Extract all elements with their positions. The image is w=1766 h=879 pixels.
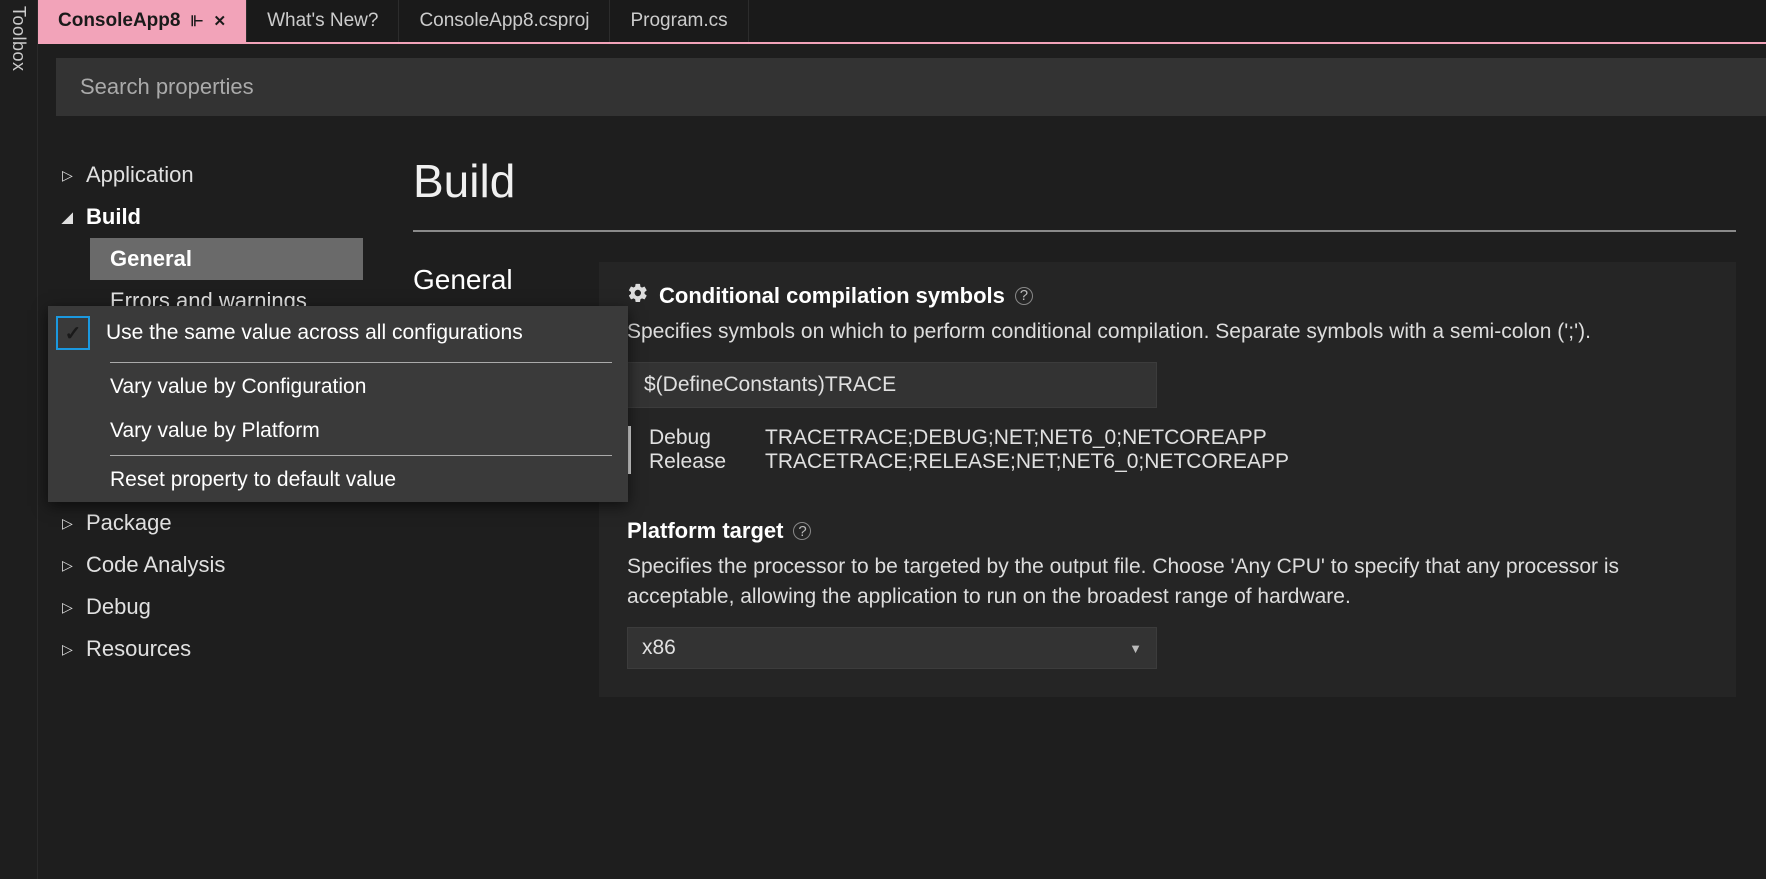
nav-list-lower: ▷ Package ▷ Code Analysis ▷ Debug ▷ Reso… [48,502,363,670]
nav-general[interactable]: General [90,238,363,280]
pin-icon[interactable]: ⊩ [190,12,203,30]
context-separator [110,362,612,363]
context-separator [110,455,612,456]
context-reset[interactable]: Reset property to default value [48,458,628,502]
context-label: Vary value by Configuration [110,375,366,399]
config-row-release: Release TRACETRACE;RELEASE;NET;NET6_0;NE… [649,450,1708,474]
help-icon[interactable]: ? [1015,287,1033,305]
check-icon [56,316,90,350]
tab-label: What's New? [267,10,378,32]
chevron-right-icon: ▷ [62,557,76,574]
toolbox-rail[interactable]: Toolbox [0,0,38,879]
nav-debug[interactable]: ▷ Debug [48,586,363,628]
close-icon[interactable]: ✕ [214,12,227,30]
tab-whats-new[interactable]: What's New? [247,0,399,42]
config-value: TRACETRACE;RELEASE;NET;NET6_0;NETCOREAPP [765,450,1289,474]
context-menu: Use the same value across all configurat… [48,306,628,502]
chevron-right-icon: ▷ [62,167,76,184]
nav-code-analysis[interactable]: ▷ Code Analysis [48,544,363,586]
context-label: Vary value by Platform [110,419,320,443]
symbols-input[interactable] [627,362,1157,408]
nav-label: Application [86,162,194,188]
config-name: Release [649,450,735,474]
tab-program-cs[interactable]: Program.cs [610,0,748,42]
tab-label: ConsoleApp8.csproj [419,10,589,32]
section-body: Conditional compilation symbols ? Specif… [599,262,1736,697]
prop-block-platform: Platform target ? Specifies the processo… [627,518,1708,669]
nav-label: General [110,246,192,271]
context-vary-platform[interactable]: Vary value by Platform [48,409,628,453]
context-vary-config[interactable]: Vary value by Configuration [48,365,628,409]
prop-title-symbols: Conditional compilation symbols [659,283,1005,309]
context-label: Reset property to default value [110,468,396,492]
toolbox-label: Toolbox [8,6,29,72]
prop-desc-symbols: Specifies symbols on which to perform co… [627,317,1708,346]
nav-resources[interactable]: ▷ Resources [48,628,363,670]
search-bar[interactable] [56,58,1766,116]
tab-label: ConsoleApp8 [58,10,180,32]
tab-label: Program.cs [630,10,727,32]
help-icon[interactable]: ? [793,522,811,540]
chevron-right-icon: ▷ [62,515,76,532]
nav-label: Build [86,204,141,230]
tab-csproj[interactable]: ConsoleApp8.csproj [399,0,610,42]
search-input[interactable] [80,74,1742,100]
nav-label: Debug [86,594,151,620]
nav-package[interactable]: ▷ Package [48,502,363,544]
platform-select[interactable]: x86 ▼ [627,627,1157,669]
page-title: Build [413,154,1736,208]
main-column: ConsoleApp8 ⊩ ✕ What's New? ConsoleApp8.… [38,0,1766,879]
nav-build[interactable]: ◢ Build [48,196,363,238]
prop-header-symbols: Conditional compilation symbols ? [627,282,1708,309]
prop-title-platform: Platform target [627,518,783,544]
prop-desc-platform: Specifies the processor to be targeted b… [627,552,1708,611]
chevron-down-icon: ◢ [62,209,76,226]
tab-consoleapp8[interactable]: ConsoleApp8 ⊩ ✕ [38,0,247,42]
chevron-right-icon: ▷ [62,641,76,658]
gear-icon[interactable] [627,282,649,309]
nav-list: ▷ Application ◢ Build General Errors and… [48,154,363,322]
select-value: x86 [642,636,676,660]
context-same-value[interactable]: Use the same value across all configurat… [48,306,628,360]
config-row-debug: Debug TRACETRACE;DEBUG;NET;NET6_0;NETCOR… [649,426,1708,450]
nav-label: Code Analysis [86,552,225,578]
nav-label: Package [86,510,172,536]
context-label: Use the same value across all configurat… [106,321,523,345]
tab-strip: ConsoleApp8 ⊩ ✕ What's New? ConsoleApp8.… [38,0,1766,44]
prop-header-platform: Platform target ? [627,518,1708,544]
chevron-down-icon: ▼ [1129,641,1142,656]
chevron-right-icon: ▷ [62,599,76,616]
divider [413,230,1736,232]
config-value: TRACETRACE;DEBUG;NET;NET6_0;NETCOREAPP [765,426,1267,450]
nav-label: Resources [86,636,191,662]
nav-application[interactable]: ▷ Application [48,154,363,196]
config-table: Debug TRACETRACE;DEBUG;NET;NET6_0;NETCOR… [627,426,1708,474]
config-name: Debug [649,426,735,450]
